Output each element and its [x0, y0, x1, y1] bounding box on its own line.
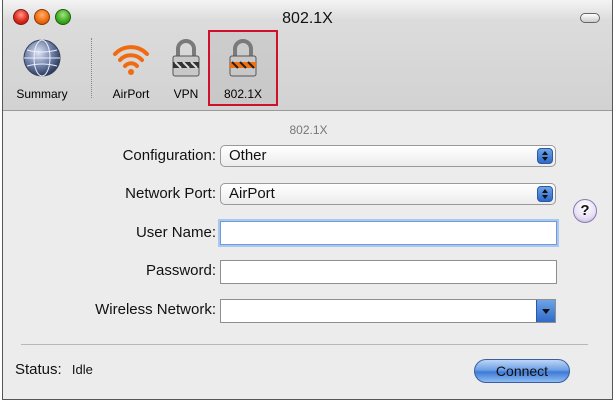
toolbar-item-vpn[interactable]: VPN [163, 38, 209, 101]
network-port-label: Network Port: [125, 185, 216, 202]
globe-icon [13, 38, 71, 81]
user-name-field[interactable] [220, 221, 557, 245]
toolbar-separator [91, 38, 93, 98]
toolbar-item-airport[interactable]: AirPort [103, 38, 159, 101]
status-value: Idle [71, 362, 93, 377]
configuration-label: Configuration: [122, 147, 216, 164]
status-label: Status: [15, 361, 62, 378]
divider [21, 344, 588, 345]
configuration-popup[interactable]: Other [220, 145, 556, 167]
network-port-value: AirPort [229, 185, 275, 202]
network-port-popup[interactable]: AirPort [220, 183, 556, 205]
password-label: Password: [145, 262, 216, 279]
lock-icon [163, 38, 209, 81]
title-toolbar: 802.1X Summary AirPort VPN 802.1X [3, 0, 612, 111]
toolbar-label-vpn: VPN [173, 87, 199, 101]
toolbar-toggle-button[interactable] [580, 13, 600, 23]
popup-arrows-icon [537, 148, 553, 164]
user-name-label: User Name: [135, 224, 216, 241]
popup-arrows-icon [537, 186, 553, 202]
window-title: 802.1X [282, 10, 333, 27]
toolbar-item-8021x[interactable]: 802.1X [211, 38, 275, 101]
help-button[interactable]: ? [573, 199, 597, 223]
section-label: 802.1X [289, 123, 328, 137]
wireless-network-combobox[interactable] [220, 299, 556, 323]
chevron-down-icon[interactable] [536, 300, 555, 322]
toolbar-label-summary: Summary [16, 87, 68, 101]
password-field[interactable] [220, 260, 557, 284]
network-window: 802.1X Summary AirPort VPN 802.1X 802.1X… [2, 0, 613, 400]
wireless-network-label: Wireless Network: [95, 301, 216, 318]
toolbar-label-airport: AirPort [112, 87, 150, 101]
lock-icon [211, 38, 275, 81]
status-area: Status: Idle [15, 361, 93, 378]
toolbar-item-summary[interactable]: Summary [13, 38, 71, 101]
configuration-value: Other [229, 147, 267, 164]
connect-button[interactable]: Connect [474, 359, 570, 383]
airport-wifi-icon [103, 38, 159, 81]
toolbar-label-8021x: 802.1X [223, 87, 263, 101]
settings-pane: 802.1X Configuration: Other Network Port… [3, 111, 612, 399]
